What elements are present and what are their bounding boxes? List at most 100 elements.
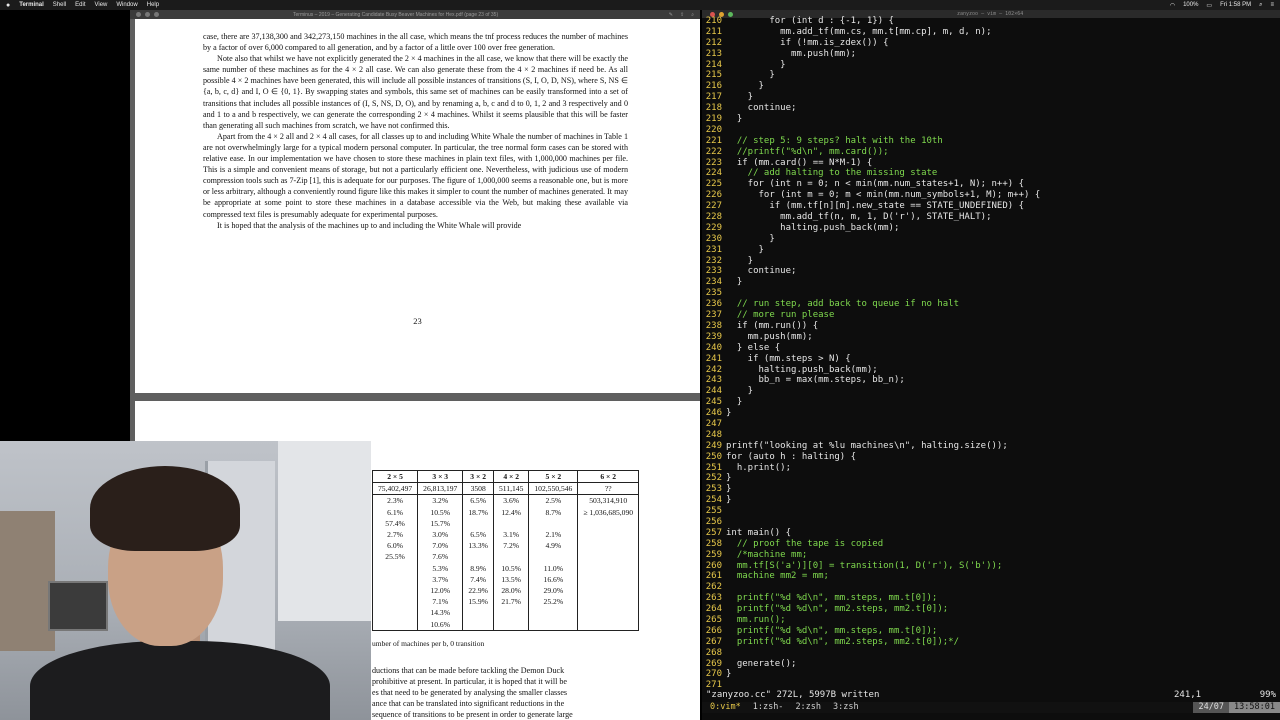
menu-item-edit[interactable]: Edit — [75, 2, 85, 8]
code-line[interactable]: 216 } — [702, 81, 1280, 92]
line-number: 256 — [705, 516, 722, 527]
code-line[interactable]: 253} — [702, 484, 1280, 495]
code-line[interactable]: 220 — [702, 125, 1280, 136]
vim-buffer[interactable]: 210 for (int d : {-1, 1}) {211 mm.add_tf… — [702, 16, 1280, 691]
code-line[interactable]: 215 } — [702, 70, 1280, 81]
code-line[interactable]: 218 continue; — [702, 103, 1280, 114]
code-line[interactable]: 261 machine mm2 = mm; — [702, 571, 1280, 582]
code-line[interactable]: 255 — [702, 506, 1280, 517]
code-line[interactable]: 269 generate(); — [702, 659, 1280, 670]
code-text: for (int n = 0; n < min(mm.num_states+1,… — [726, 179, 1025, 190]
code-line[interactable]: 257 int main() { — [702, 528, 1280, 539]
table-cell: 13.5% — [492, 573, 530, 586]
code-text: mm.run(); — [726, 614, 786, 625]
code-line[interactable]: 266 printf("%d %d\n", mm.steps, mm.t[0])… — [702, 626, 1280, 637]
menu-item-shell[interactable]: Shell — [53, 2, 66, 8]
code-line[interactable]: 254} — [702, 495, 1280, 506]
code-line[interactable]: 242 halting.push_back(mm); — [702, 365, 1280, 376]
close-window-button[interactable] — [136, 12, 141, 17]
code-line[interactable]: 265 mm.run(); — [702, 615, 1280, 626]
wifi-icon[interactable]: ◠ — [1170, 2, 1175, 9]
search-icon[interactable]: ⌕ — [691, 12, 694, 18]
code-line[interactable]: 217 } — [702, 92, 1280, 103]
share-icon[interactable]: ⇪ — [680, 12, 684, 18]
code-line[interactable]: 234 } — [702, 277, 1280, 288]
battery-level[interactable]: 100% — [1183, 2, 1198, 8]
table-cell: 7.4% — [462, 573, 494, 586]
code-line[interactable]: 268 — [702, 648, 1280, 659]
line-number: 220 — [705, 124, 722, 135]
code-line[interactable]: 224 // add halting to the missing state — [702, 168, 1280, 179]
code-line[interactable]: 250 for (auto h : halting) { — [702, 452, 1280, 463]
code-line[interactable]: 230 } — [702, 234, 1280, 245]
code-line[interactable]: 223 if (mm.card() == N*M-1) { — [702, 158, 1280, 169]
code-line[interactable]: 233 continue; — [702, 266, 1280, 277]
tmux-window-tab[interactable]: 2:zsh — [795, 702, 821, 713]
code-line[interactable]: 211 mm.add_tf(mm.cs, mm.t[mm.cp], m, d, … — [702, 27, 1280, 38]
menu-item-window[interactable]: Window — [116, 2, 137, 8]
code-line[interactable]: 222 //printf("%d\n", mm.card()); — [702, 147, 1280, 158]
code-line[interactable]: 213 mm.push(mm); — [702, 49, 1280, 60]
code-line[interactable]: 264 printf("%d %d\n", mm2.steps, mm2.t[0… — [702, 604, 1280, 615]
menu-item-view[interactable]: View — [94, 2, 107, 8]
code-line[interactable]: 246} — [702, 408, 1280, 419]
code-line[interactable]: 212 if (!mm.is_zdex()) { — [702, 38, 1280, 49]
pdf-titlebar[interactable]: Terminus – 2019 – Generating Candidate B… — [130, 10, 700, 19]
code-line[interactable]: 232 } — [702, 256, 1280, 267]
code-line[interactable]: 236 // run step, add back to queue if no… — [702, 299, 1280, 310]
tmux-time: 13:58:01 — [1229, 702, 1280, 713]
table-cell: 7.1% — [417, 596, 464, 608]
code-line[interactable]: 241 if (mm.steps > N) { — [702, 354, 1280, 365]
code-line[interactable]: 229 halting.push_back(mm); — [702, 223, 1280, 234]
code-line[interactable]: 225 for (int n = 0; n < min(mm.num_state… — [702, 179, 1280, 190]
code-line[interactable]: 231 } — [702, 245, 1280, 256]
code-line[interactable]: 237 // more run please — [702, 310, 1280, 321]
code-line[interactable]: 240 } else { — [702, 343, 1280, 354]
code-line[interactable]: 262 — [702, 582, 1280, 593]
code-line[interactable]: 270} — [702, 669, 1280, 680]
code-line[interactable]: 239 mm.push(mm); — [702, 332, 1280, 343]
webcam-background-shelf — [0, 511, 55, 651]
terminal-window[interactable]: zanyzoo — vim — 102×64 210 for (int d : … — [702, 10, 1280, 720]
table-cell: 3.2% — [417, 494, 464, 507]
tmux-window-tab[interactable]: 0:vim* — [710, 702, 741, 713]
line-number: 221 — [705, 135, 722, 146]
code-line[interactable]: 259 /*machine mm; — [702, 550, 1280, 561]
code-line[interactable]: 226 for (int m = 0; m < min(mm.num_symbo… — [702, 190, 1280, 201]
code-line[interactable]: 256 — [702, 517, 1280, 528]
code-line[interactable]: 219 } — [702, 114, 1280, 125]
tmux-window-tab[interactable]: 3:zsh — [833, 702, 859, 713]
zoom-window-button[interactable] — [154, 12, 159, 17]
code-line[interactable]: 249 printf("looking at %lu machines\n", h… — [702, 441, 1280, 452]
code-line[interactable]: 252} — [702, 473, 1280, 484]
pen-icon[interactable]: ✎ — [669, 12, 673, 18]
code-line[interactable]: 210 for (int d : {-1, 1}) { — [702, 16, 1280, 27]
code-line[interactable]: 227 if (mm.tf[n][m].new_state == STATE_U… — [702, 201, 1280, 212]
code-line[interactable]: 247 — [702, 419, 1280, 430]
apple-icon[interactable]: ● — [6, 2, 10, 9]
code-line[interactable]: 251 h.print(); — [702, 463, 1280, 474]
menu-clock[interactable]: Fri 1:58 PM — [1220, 2, 1251, 8]
list-icon[interactable]: ≡ — [1270, 2, 1274, 8]
code-line[interactable]: 248 — [702, 430, 1280, 441]
code-line[interactable]: 228 mm.add_tf(n, m, 1, D('r'), STATE_HAL… — [702, 212, 1280, 223]
code-line[interactable]: 238 if (mm.run()) { — [702, 321, 1280, 332]
code-line[interactable]: 267 printf("%d %d\n", mm2.steps, mm2.t[0… — [702, 637, 1280, 648]
code-line[interactable]: 260 mm.tf[S('a')][0] = transition(1, D('… — [702, 561, 1280, 572]
code-line[interactable]: 245 } — [702, 397, 1280, 408]
code-line[interactable]: 235 — [702, 288, 1280, 299]
code-line[interactable]: 258 // proof the tape is copied — [702, 539, 1280, 550]
search-icon[interactable]: ⌕ — [1259, 2, 1262, 9]
tmux-window-tab[interactable]: 1:zsh- — [753, 702, 784, 713]
menu-bar: ● Terminal Shell Edit View Window Help ◠… — [0, 0, 1280, 10]
menu-app-name[interactable]: Terminal — [19, 2, 44, 8]
code-line[interactable]: 221 // step 5: 9 steps? halt with the 10… — [702, 136, 1280, 147]
code-line[interactable]: 263 printf("%d %d\n", mm.steps, mm.t[0])… — [702, 593, 1280, 604]
line-number: 250 — [705, 451, 722, 462]
menu-item-help[interactable]: Help — [147, 2, 159, 8]
code-line[interactable]: 214 } — [702, 60, 1280, 71]
minimize-window-button[interactable] — [145, 12, 150, 17]
code-line[interactable]: 244 } — [702, 386, 1280, 397]
code-line[interactable]: 243 bb_n = max(mm.steps, bb_n); — [702, 375, 1280, 386]
line-number: 233 — [705, 266, 722, 277]
